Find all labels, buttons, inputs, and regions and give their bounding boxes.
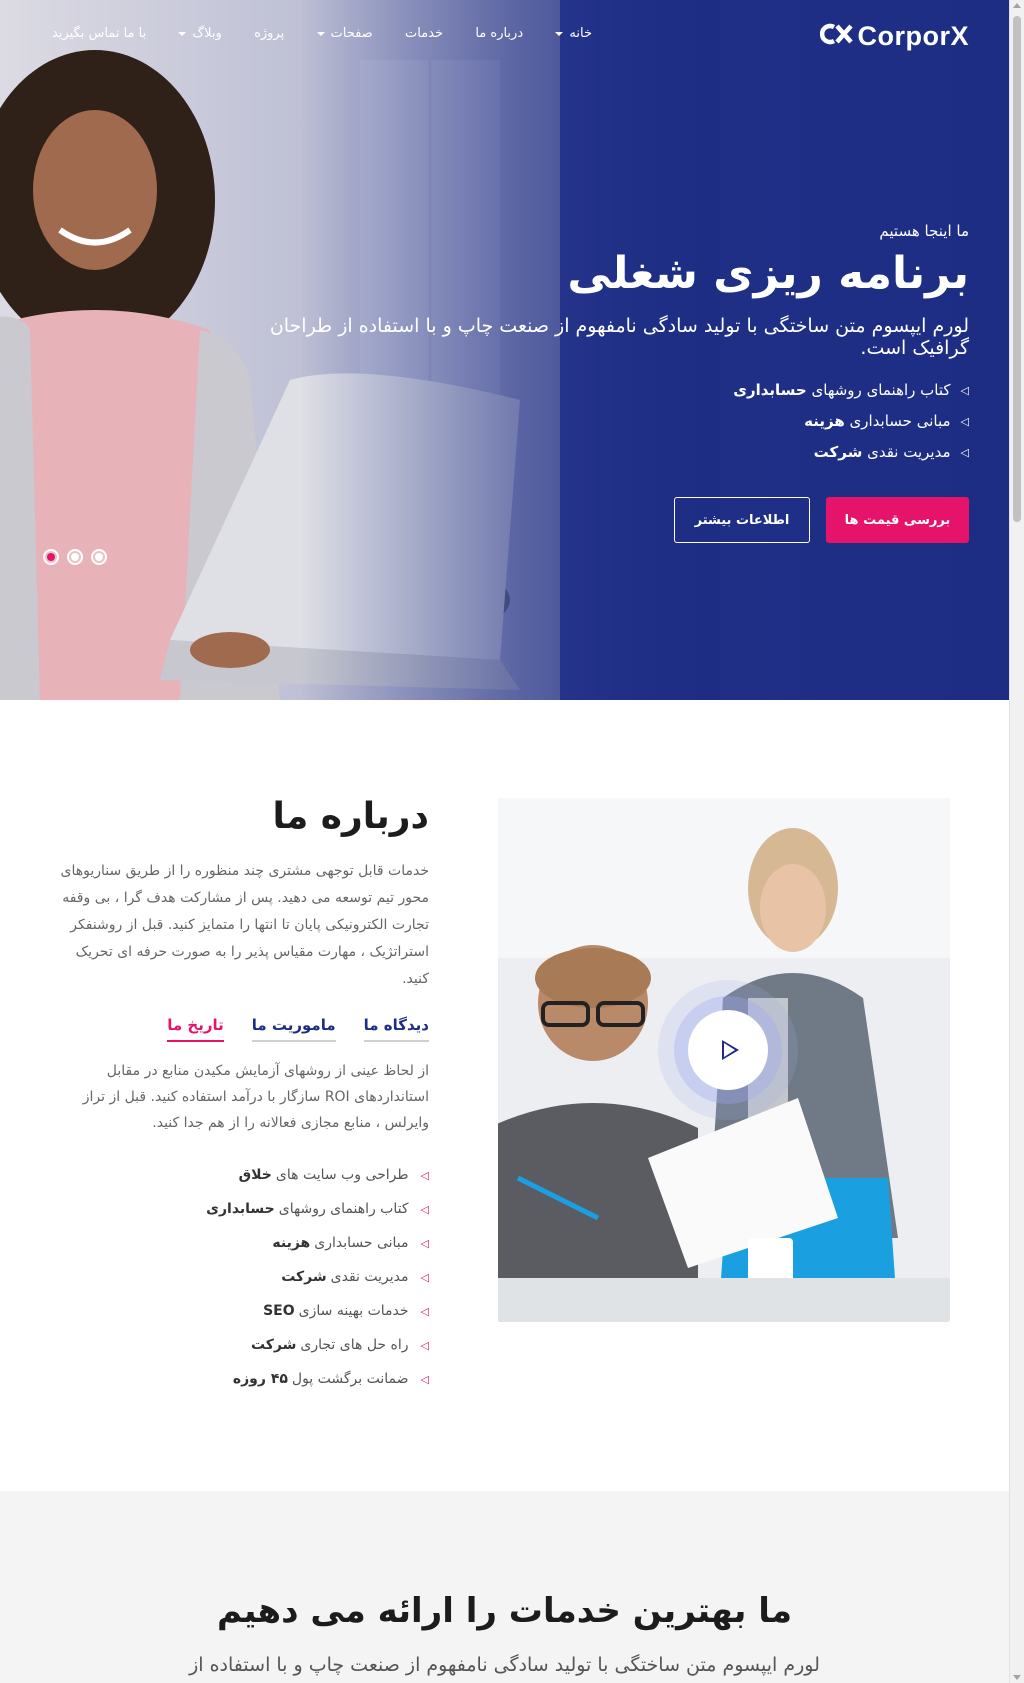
nav-menu: خانه درباره ما خدمات صفحات پروژه وبلاگ ب… [52, 26, 592, 41]
main-nav: CorporX خانه درباره ما خدمات صفحات پروژه… [0, 0, 1009, 70]
list-item-bold: ۴۵ روزه [232, 1371, 288, 1387]
list-item-bold: هزینه [804, 412, 845, 430]
triangle-bullet-icon: ◁ [420, 1236, 429, 1250]
hero-content: ما اینجا هستیم برنامه ریزی شغلی لورم ایپ… [209, 222, 969, 474]
list-item-text: کتاب راهنمای روشهای [811, 381, 951, 399]
list-item-bold: شرکت [813, 443, 863, 461]
list-item: ◁ کتاب راهنمای روشهای حسابداری [209, 381, 969, 399]
list-item: ◁ خدمات بهینه سازی SEO [206, 1294, 429, 1328]
list-item-text: مدیریت نقدی [330, 1269, 409, 1285]
list-item-text: ضمانت برگشت پول [291, 1371, 409, 1387]
scroll-down-icon[interactable] [1013, 1675, 1021, 1680]
tab-our-mission[interactable]: ماموریت ما [251, 1016, 336, 1042]
list-item: ◁ راه حل های تجاری شرکت [206, 1328, 429, 1362]
play-video-button[interactable] [688, 1010, 768, 1090]
list-item: ◁ کتاب راهنمای روشهای حسابداری [206, 1192, 429, 1226]
nav-item-services[interactable]: خدمات [405, 26, 443, 41]
vertical-scrollbar[interactable] [1009, 0, 1024, 1683]
about-title: درباره ما [272, 796, 429, 837]
about-feature-list: ◁ طراحی وب سایت های خلاق ◁ کتاب راهنمای روش… [206, 1158, 429, 1396]
list-item: ◁ ضمانت برگشت پول ۴۵ روزه [206, 1362, 429, 1396]
slider-dot[interactable] [43, 549, 59, 565]
nav-item-blog[interactable]: وبلاگ [178, 26, 222, 41]
logo-text: CorporX [857, 20, 969, 51]
hero-feature-list: ◁ کتاب راهنمای روشهای حسابداری ◁ مبانی حسا… [209, 381, 969, 461]
list-item-text: مبانی حسابداری [314, 1235, 409, 1251]
list-item-text: مدیریت نقدی [867, 443, 951, 461]
about-text: خدمات قابل توجهی مشتری چند منظوره را از … [60, 863, 429, 987]
slider-dot[interactable] [91, 549, 107, 565]
hero-kicker: ما اینجا هستیم [879, 222, 969, 240]
nav-item-contact[interactable]: با ما تماس بگیرید [52, 26, 146, 41]
tab-our-history[interactable]: تاریخ ما [167, 1016, 224, 1042]
triangle-bullet-icon: ◁ [420, 1338, 429, 1352]
triangle-bullet-icon: ◁ [420, 1168, 429, 1182]
chevron-down-icon [316, 31, 325, 36]
hero-description: لورم ایپسوم متن ساختگی با تولید سادگی نا… [269, 315, 969, 359]
more-info-button[interactable]: اطلاعات بیشتر [674, 497, 810, 543]
list-item: ◁ مدیریت نقدی شرکت [209, 443, 969, 461]
brand-logo[interactable]: CorporX [819, 20, 970, 52]
about-tabs: تاریخ ما ماموریت ما دیدگاه ما [167, 1016, 429, 1042]
nav-item-label: پروژه [254, 26, 285, 41]
nav-item-about[interactable]: درباره ما [475, 26, 523, 41]
triangle-bullet-icon: ◁ [960, 445, 969, 459]
nav-item-home[interactable]: خانه [555, 26, 592, 41]
nav-item-label: صفحات [330, 26, 373, 41]
triangle-bullet-icon: ◁ [960, 414, 969, 428]
hero-section: CorporX خانه درباره ما خدمات صفحات پروژه… [0, 0, 1009, 700]
scroll-up-icon[interactable] [1013, 3, 1021, 8]
tab-content-text: از لحاظ عینی از روشهای آزمایش مکیدن مناب… [82, 1063, 429, 1131]
triangle-bullet-icon: ◁ [960, 383, 969, 397]
play-icon [721, 1040, 739, 1060]
scrollbar-thumb[interactable] [1013, 16, 1021, 522]
triangle-bullet-icon: ◁ [420, 1304, 429, 1318]
list-item-bold: SEO [263, 1303, 295, 1319]
slider-dot[interactable] [67, 549, 83, 565]
triangle-bullet-icon: ◁ [420, 1202, 429, 1216]
services-section: ما بهترین خدمات را ارائه می دهیم لورم ای… [0, 1491, 1009, 1683]
nav-item-label: خدمات [405, 26, 444, 41]
tab-our-vision[interactable]: دیدگاه ما [363, 1016, 429, 1042]
list-item-bold: حسابداری [206, 1201, 275, 1217]
chevron-down-icon [555, 31, 564, 36]
triangle-bullet-icon: ◁ [420, 1270, 429, 1284]
slider-dots [43, 549, 107, 565]
list-item: ◁ طراحی وب سایت های خلاق [206, 1158, 429, 1192]
list-item-text: راه حل های تجاری [300, 1337, 409, 1353]
chevron-down-icon [178, 31, 187, 36]
list-item: ◁ مبانی حسابداری هزینه [206, 1226, 429, 1260]
list-item-text: کتاب راهنمای روشهای [278, 1201, 409, 1217]
list-item-text: طراحی وب سایت های [275, 1167, 409, 1183]
check-prices-button[interactable]: بررسی قیمت ها [826, 497, 969, 543]
list-item-text: خدمات بهینه سازی [298, 1303, 409, 1319]
list-item: ◁ مدیریت نقدی شرکت [206, 1260, 429, 1294]
list-item-bold: حسابداری [733, 381, 807, 399]
nav-item-label: خانه [569, 26, 592, 41]
nav-item-label: درباره ما [475, 26, 524, 41]
list-item-bold: خلاق [238, 1167, 272, 1183]
nav-item-label: وبلاگ [192, 26, 222, 41]
list-item-bold: هزینه [272, 1235, 311, 1251]
hero-buttons: بررسی قیمت ها اطلاعات بیشتر [674, 497, 969, 543]
logo-mark-icon [819, 20, 854, 52]
list-item: ◁ مبانی حسابداری هزینه [209, 412, 969, 430]
services-title: ما بهترین خدمات را ارائه می دهیم [216, 1591, 793, 1631]
triangle-bullet-icon: ◁ [420, 1372, 429, 1386]
hero-title: برنامه ریزی شغلی [567, 248, 969, 299]
nav-item-label: با ما تماس بگیرید [52, 26, 147, 41]
list-item-text: مبانی حسابداری [849, 412, 951, 430]
nav-item-project[interactable]: پروژه [254, 26, 284, 41]
nav-item-pages[interactable]: صفحات [316, 26, 373, 41]
list-item-bold: شرکت [250, 1337, 297, 1353]
list-item-bold: شرکت [281, 1269, 327, 1285]
about-section: درباره ما خدمات قابل توجهی مشتری چند منظ… [0, 700, 1009, 1491]
services-description: لورم ایپسوم متن ساختگی با تولید سادگی نا… [189, 1654, 820, 1676]
